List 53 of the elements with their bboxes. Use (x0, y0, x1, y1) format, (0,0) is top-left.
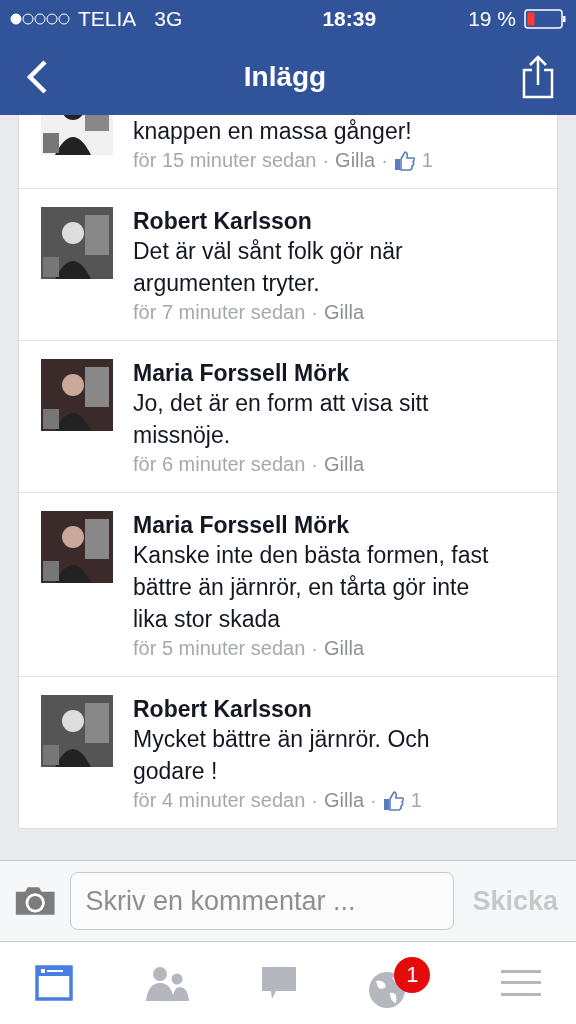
thumbs-up-icon (382, 790, 405, 811)
network-type: 3G (154, 7, 183, 31)
comment-text: Kanske inte den bästa formen, fast bättre än järnrör, en tårta gör inte lika stor skada (133, 541, 490, 634)
comment-text: Mycket bättre än järnrör. Och godare ! (133, 725, 431, 786)
tab-bar-button[interactable] (259, 965, 298, 1001)
friends-icon (143, 965, 190, 1001)
like-link[interactable]: Gilla (335, 149, 376, 172)
separator-dot: · (370, 789, 377, 812)
timestamp: för 5 minuter sedan (133, 637, 306, 660)
notification-badge: 1 (394, 957, 431, 993)
commenter-name[interactable]: Maria Forssell Mörk (133, 359, 499, 387)
like-link[interactable]: Gilla (324, 637, 364, 660)
commenter-name[interactable]: Robert Karlsson (133, 695, 499, 723)
like-link[interactable]: Gilla (324, 453, 364, 476)
clock: 18:39 (322, 7, 377, 31)
separator-dot: · (311, 301, 318, 324)
comment-text: Jo, det är en form att visa sitt missnöje. (133, 389, 430, 450)
commenter-name[interactable]: Maria Forssell Mörk (133, 511, 499, 539)
tab-bar-button[interactable] (500, 968, 541, 998)
separator-dot: · (381, 149, 388, 172)
like-count: 1 (410, 789, 422, 812)
menu-icon (500, 968, 541, 998)
comment-text: knappen en massa gånger! (133, 117, 413, 146)
timestamp: för 6 minuter sedan (133, 453, 306, 476)
like-count: 1 (421, 149, 433, 172)
news-feed-icon (35, 965, 74, 1001)
separator-dot: · (311, 789, 318, 812)
signal-strength-icon (10, 13, 70, 25)
like-link[interactable]: Gilla (324, 789, 364, 812)
like-link[interactable]: Gilla (324, 301, 364, 324)
share-icon (522, 54, 554, 99)
back-button[interactable] (26, 58, 48, 95)
battery-percentage: 19 % (468, 7, 516, 31)
tab-bar-button[interactable] (35, 965, 74, 1001)
separator-dot: · (311, 453, 318, 476)
timestamp: för 4 minuter sedan (133, 789, 306, 812)
back-chevron-icon (26, 58, 48, 95)
separator-dot: · (311, 637, 318, 660)
commenter-name[interactable]: Robert Karlsson (133, 207, 499, 235)
page-title: Inlägg (243, 60, 327, 93)
battery-icon (524, 9, 566, 29)
tab-bar-button[interactable]: 1 (368, 957, 431, 1009)
separator-dot: · (322, 149, 330, 172)
chat-bubble-icon (259, 965, 298, 1001)
comment-field[interactable]: Skriv en kommentar ... (70, 872, 455, 930)
timestamp: för 15 minuter sedan (133, 149, 317, 172)
comment-text: Det är väl sånt folk gör när argumenten tryter. (133, 237, 404, 298)
tab-bar-button[interactable] (143, 965, 190, 1001)
timestamp: för 7 minuter sedan (133, 301, 306, 324)
share-button[interactable] (522, 54, 554, 99)
carrier-name: TELIA (78, 7, 137, 31)
camera-icon[interactable] (14, 885, 57, 917)
thumbs-up-icon (393, 150, 416, 171)
